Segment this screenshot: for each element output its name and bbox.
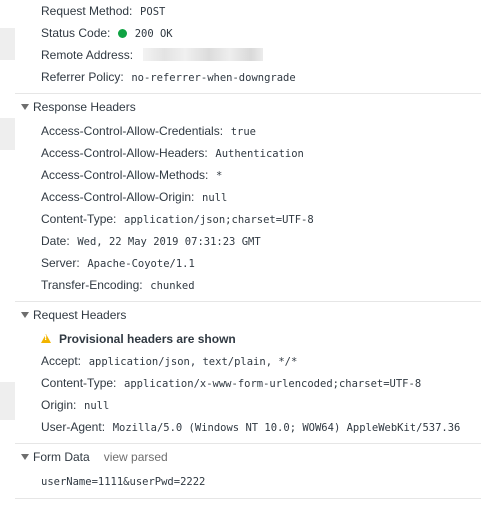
- gutter-shade: [0, 382, 15, 420]
- triangle-down-icon: [21, 454, 29, 460]
- request-headers-list: Provisional headers are shown Accept: ap…: [15, 328, 481, 438]
- header-row: User-Agent: Mozilla/5.0 (Windows NT 10.0…: [15, 416, 481, 438]
- header-key: Date:: [41, 234, 70, 248]
- general-section: Request Method: POST Status Code: 200 OK…: [15, 0, 481, 88]
- header-key: Accept:: [41, 354, 82, 368]
- header-key: Access-Control-Allow-Credentials:: [41, 124, 224, 138]
- view-parsed-link[interactable]: view parsed: [104, 450, 168, 464]
- header-row: Access-Control-Allow-Origin: null: [15, 186, 481, 208]
- header-row: Accept: application/json, text/plain, */…: [15, 350, 481, 372]
- header-key: Transfer-Encoding:: [41, 278, 143, 292]
- header-row: Content-Type: application/json;charset=U…: [15, 208, 481, 230]
- header-row: Content-Type: application/x-www-form-url…: [15, 372, 481, 394]
- redacted-value: [142, 48, 263, 61]
- section-toggle-form-data[interactable]: Form Data view parsed: [15, 443, 481, 470]
- section-toggle-request-headers[interactable]: Request Headers: [15, 301, 481, 328]
- status-dot-icon: [118, 29, 128, 38]
- header-value: Authentication: [215, 148, 304, 160]
- form-data-raw-row: userName=1111&userPwd=2222: [15, 470, 481, 492]
- header-value: application/json, text/plain, */*: [88, 356, 298, 368]
- headers-panel: Request Method: POST Status Code: 200 OK…: [15, 0, 481, 509]
- header-value: null: [202, 192, 228, 204]
- section-toggle-response-headers[interactable]: Response Headers: [15, 93, 481, 120]
- header-key: Referrer Policy:: [41, 70, 124, 84]
- response-headers-list: Access-Control-Allow-Credentials: true A…: [15, 120, 481, 296]
- header-key: Request Method:: [41, 4, 133, 18]
- header-row: Transfer-Encoding: chunked: [15, 274, 481, 296]
- header-key: Server:: [41, 256, 80, 270]
- header-row: Date: Wed, 22 May 2019 07:31:23 GMT: [15, 230, 481, 252]
- header-row: Access-Control-Allow-Headers: Authentica…: [15, 142, 481, 164]
- header-value: true: [230, 126, 257, 138]
- triangle-down-icon: [21, 312, 29, 318]
- section-title: Request Headers: [33, 308, 127, 322]
- header-key: Content-Type:: [41, 212, 117, 226]
- header-value: 200 OK: [134, 28, 173, 40]
- divider: [15, 498, 481, 499]
- gutter-shade: [0, 28, 15, 60]
- header-key: User-Agent:: [41, 420, 106, 434]
- header-row-request-method: Request Method: POST: [15, 0, 481, 22]
- header-row: Origin: null: [15, 394, 481, 416]
- header-key: Access-Control-Allow-Origin:: [41, 190, 195, 204]
- header-value: Apache-Coyote/1.1: [87, 258, 195, 270]
- header-key: Origin:: [41, 398, 77, 412]
- header-value: application/json;charset=UTF-8: [124, 214, 314, 226]
- provisional-warning: Provisional headers are shown: [15, 328, 481, 350]
- header-row: Access-Control-Allow-Methods: *: [15, 164, 481, 186]
- header-key: Remote Address:: [41, 48, 134, 62]
- header-value: POST: [140, 6, 166, 18]
- header-value: no-referrer-when-downgrade: [131, 72, 296, 84]
- header-value: application/x-www-form-urlencoded;charse…: [124, 378, 422, 390]
- gutter-shade: [0, 118, 15, 150]
- section-title: Response Headers: [33, 100, 136, 114]
- triangle-down-icon: [21, 104, 29, 110]
- header-row-referrer-policy: Referrer Policy: no-referrer-when-downgr…: [15, 66, 481, 88]
- header-key: Content-Type:: [41, 376, 117, 390]
- left-gutter: [0, 0, 15, 509]
- section-title: Form Data: [33, 450, 90, 464]
- header-row: Server: Apache-Coyote/1.1: [15, 252, 481, 274]
- header-value: Wed, 22 May 2019 07:31:23 GMT: [77, 236, 261, 248]
- header-value: Mozilla/5.0 (Windows NT 10.0; WOW64) App…: [112, 422, 461, 434]
- header-value: chunked: [150, 280, 195, 292]
- warning-icon: [41, 334, 51, 343]
- header-row-status-code: Status Code: 200 OK: [15, 22, 481, 44]
- form-data-raw: userName=1111&userPwd=2222: [41, 476, 206, 488]
- header-key: Access-Control-Allow-Methods:: [41, 168, 209, 182]
- header-value: *: [216, 170, 223, 182]
- header-row: Access-Control-Allow-Credentials: true: [15, 120, 481, 142]
- header-key: Access-Control-Allow-Headers:: [41, 146, 208, 160]
- warning-text: Provisional headers are shown: [59, 332, 236, 346]
- header-value: null: [84, 400, 110, 412]
- header-key: Status Code:: [41, 26, 111, 40]
- header-row-remote-address: Remote Address:: [15, 44, 481, 66]
